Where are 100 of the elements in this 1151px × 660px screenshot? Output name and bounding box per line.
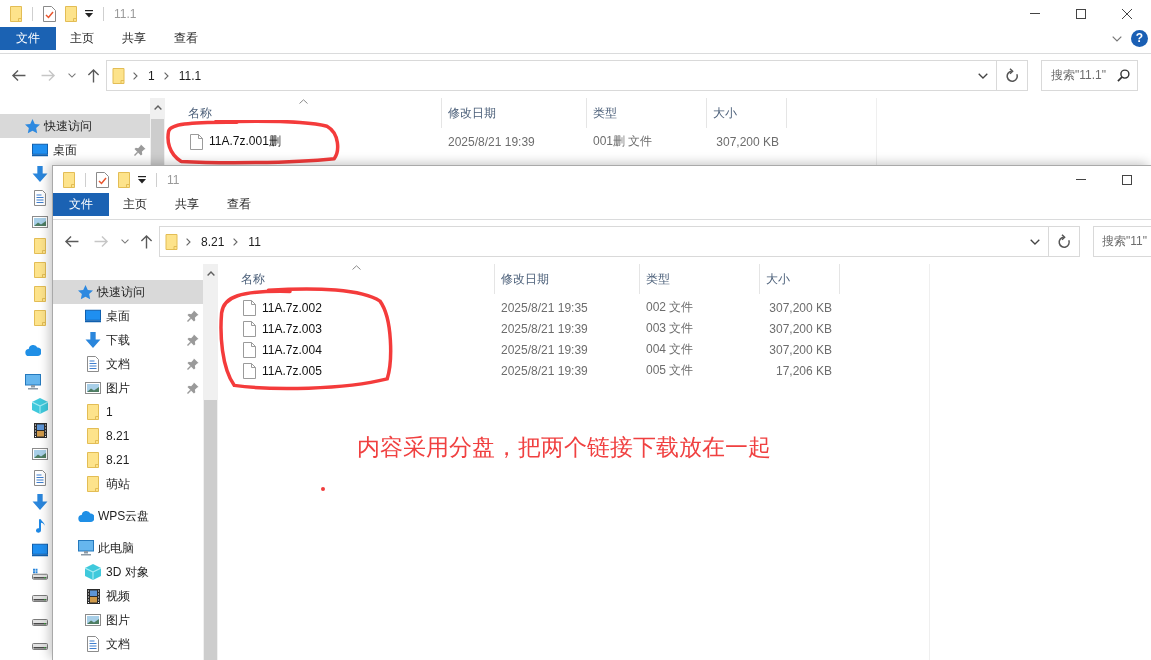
nav-item[interactable]: 图片 bbox=[53, 608, 203, 632]
refresh-button[interactable] bbox=[997, 60, 1028, 91]
address-bar[interactable]: 1 11.1 bbox=[106, 60, 997, 91]
pin-icon[interactable] bbox=[134, 144, 146, 156]
column-header[interactable]: 大小 bbox=[760, 264, 840, 294]
file-size: 307,200 KB bbox=[769, 321, 832, 336]
column-header[interactable]: 修改日期 bbox=[495, 264, 640, 294]
ribbon-tab[interactable]: 共享 bbox=[108, 27, 160, 50]
address-bar[interactable]: 8.21 11 bbox=[159, 226, 1049, 257]
forward-arrow-icon bbox=[93, 235, 109, 248]
forward-arrow-icon bbox=[40, 69, 56, 82]
breadcrumb-item[interactable]: 11 bbox=[243, 227, 266, 256]
file-icon bbox=[190, 133, 203, 150]
breadcrumb-item[interactable]: 11.1 bbox=[173, 61, 207, 90]
nav-item[interactable]: 此电脑 bbox=[53, 536, 203, 560]
column-header[interactable]: 大小 bbox=[707, 98, 787, 128]
modified-date: 2025/8/21 19:39 bbox=[501, 342, 588, 357]
download-arrow-icon bbox=[32, 494, 48, 510]
minimize-icon bbox=[1076, 179, 1086, 180]
download-arrow-icon bbox=[32, 166, 48, 182]
folder-icon[interactable] bbox=[118, 171, 130, 188]
properties-icon[interactable] bbox=[43, 5, 56, 22]
dropdown-arrow-icon[interactable] bbox=[138, 175, 146, 184]
folder-icon[interactable] bbox=[65, 5, 77, 22]
pin-icon[interactable] bbox=[187, 310, 199, 322]
nav-item[interactable]: 下载 bbox=[53, 328, 203, 352]
back-arrow-icon bbox=[63, 235, 79, 248]
star-icon bbox=[78, 284, 93, 300]
drive-icon bbox=[32, 618, 48, 626]
ribbon-tab[interactable]: 主页 bbox=[109, 193, 161, 216]
help-button[interactable]: ? bbox=[1131, 30, 1148, 47]
nav-item[interactable]: 桌面 bbox=[0, 138, 150, 162]
search-field[interactable]: 搜索"11.1" bbox=[1041, 60, 1138, 91]
properties-icon[interactable] bbox=[96, 171, 109, 188]
cube-icon bbox=[32, 398, 48, 414]
file-size: 307,200 KB bbox=[716, 134, 779, 149]
caret-up-icon bbox=[206, 270, 215, 276]
breadcrumb-item[interactable]: 8.21 bbox=[196, 227, 230, 256]
file-name[interactable]: 11A.7z.004 bbox=[262, 342, 322, 357]
file-type: 004 文件 bbox=[646, 342, 694, 356]
breadcrumb-item[interactable]: 1 bbox=[143, 61, 160, 90]
folder-icon[interactable] bbox=[10, 5, 22, 22]
ribbon-tab[interactable]: 查看 bbox=[213, 193, 265, 216]
nav-item[interactable]: 快速访问 bbox=[53, 280, 203, 304]
folder-icon[interactable] bbox=[63, 171, 75, 188]
nav-item[interactable]: 8.21 bbox=[53, 448, 203, 472]
picture-icon bbox=[32, 446, 48, 462]
nav-item[interactable]: 快速访问 bbox=[0, 114, 150, 138]
nav-item[interactable]: WPS云盘 bbox=[53, 504, 203, 528]
file-menu-tab[interactable]: 文件 bbox=[53, 193, 109, 216]
chevron-right-icon bbox=[133, 71, 138, 80]
column-header[interactable]: 名称 bbox=[165, 98, 442, 128]
pin-icon[interactable] bbox=[187, 382, 199, 394]
pin-icon[interactable] bbox=[187, 334, 199, 346]
file-size: 307,200 KB bbox=[769, 342, 832, 357]
window-title: 11.1 bbox=[114, 6, 137, 21]
folder-icon bbox=[34, 286, 46, 302]
refresh-button[interactable] bbox=[1049, 226, 1080, 257]
scrollbar-thumb[interactable] bbox=[204, 400, 217, 660]
nav-item[interactable]: 1 bbox=[53, 400, 203, 424]
file-name[interactable]: 11A.7z.002 bbox=[262, 300, 322, 315]
nav-item[interactable]: 萌站 bbox=[53, 472, 203, 496]
column-header[interactable]: 名称 bbox=[218, 264, 495, 294]
ribbon-tab[interactable]: 共享 bbox=[161, 193, 213, 216]
search-field[interactable]: 搜索"11" bbox=[1093, 226, 1151, 257]
nav-item[interactable]: 桌面 bbox=[53, 304, 203, 328]
nav-item[interactable]: 图片 bbox=[53, 376, 203, 400]
pin-icon[interactable] bbox=[187, 358, 199, 370]
folder-icon bbox=[34, 262, 46, 278]
file-name[interactable]: 11A.7z.003 bbox=[262, 321, 322, 336]
nav-item[interactable]: 视频 bbox=[53, 584, 203, 608]
file-icon bbox=[243, 362, 256, 379]
ribbon-tab[interactable]: 主页 bbox=[56, 27, 108, 50]
file-name[interactable]: 11A.7z.005 bbox=[262, 363, 322, 378]
chevron-down-icon bbox=[1030, 238, 1040, 245]
refresh-icon bbox=[1005, 68, 1019, 83]
file-menu-tab[interactable]: 文件 bbox=[0, 27, 56, 50]
scrollbar-thumb[interactable] bbox=[151, 119, 164, 166]
file-name[interactable]: 11A.7z.001删 bbox=[209, 133, 281, 150]
caret-up-icon bbox=[153, 104, 162, 110]
document-icon bbox=[34, 470, 46, 486]
cube-icon bbox=[85, 564, 101, 580]
column-header[interactable]: 类型 bbox=[640, 264, 760, 294]
nav-item[interactable]: 8.21 bbox=[53, 424, 203, 448]
dropdown-arrow-icon[interactable] bbox=[85, 9, 93, 18]
ribbon-tab[interactable]: 查看 bbox=[160, 27, 212, 50]
document-icon bbox=[87, 356, 99, 372]
modified-date: 2025/8/21 19:39 bbox=[448, 134, 535, 149]
desktop-icon bbox=[32, 542, 48, 558]
folder-icon bbox=[34, 310, 46, 326]
file-type: 001删 文件 bbox=[593, 134, 653, 148]
nav-item[interactable]: 3D 对象 bbox=[53, 560, 203, 584]
column-header[interactable]: 修改日期 bbox=[442, 98, 587, 128]
up-arrow-icon bbox=[139, 234, 153, 249]
folder-icon bbox=[34, 238, 46, 254]
nav-item[interactable]: 文档 bbox=[53, 352, 203, 376]
nav-item[interactable]: 文档 bbox=[53, 632, 203, 656]
drive-icon bbox=[32, 642, 48, 650]
folder-icon bbox=[87, 404, 99, 420]
column-header[interactable]: 类型 bbox=[587, 98, 707, 128]
